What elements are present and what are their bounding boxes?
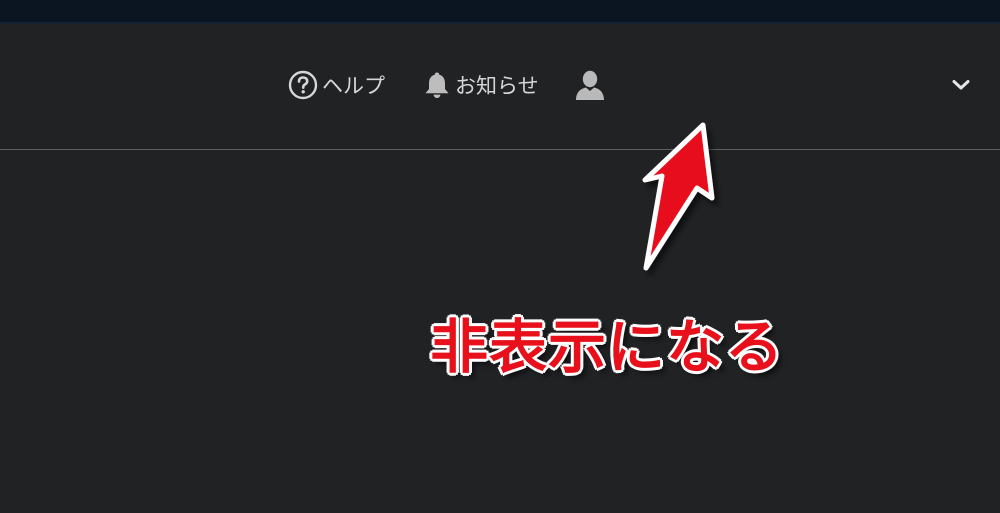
annotation-text: 非表示になる [430,313,785,381]
user-icon [573,69,607,101]
header-bar: ヘルプ お知らせ [0,24,1000,150]
top-strip [0,0,1000,24]
help-link[interactable]: ヘルプ [288,70,385,100]
menu-dropdown-toggle[interactable] [950,76,972,96]
notifications-link[interactable]: お知らせ [423,70,539,100]
header-nav: ヘルプ お知らせ [288,68,607,102]
page: ヘルプ お知らせ 非表示になる [0,0,1000,513]
chevron-down-icon [951,77,971,96]
user-menu-button[interactable] [573,69,607,101]
question-circle-icon [288,70,318,100]
bell-icon [423,70,451,100]
help-label: ヘルプ [322,74,385,98]
notifications-label: お知らせ [455,74,539,98]
